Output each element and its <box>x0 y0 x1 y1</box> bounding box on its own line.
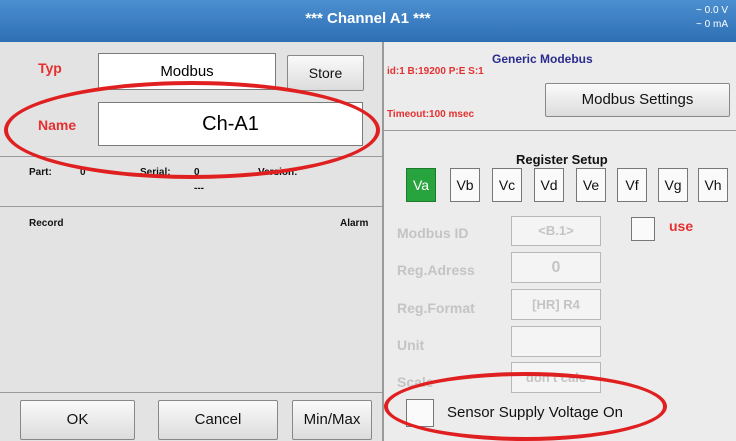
register-setup-title: Register Setup <box>516 152 608 167</box>
store-button[interactable]: Store <box>287 55 364 91</box>
reg-format-label: Reg.Format <box>397 300 475 316</box>
register-tab-vc[interactable]: Vc <box>492 168 522 202</box>
reg-adress-field[interactable]: 0 <box>511 252 601 283</box>
modbus-id-field[interactable]: <B.1> <box>511 216 601 246</box>
serial-sub: --- <box>194 183 204 194</box>
ok-button[interactable]: OK <box>20 400 135 440</box>
title-bar: *** Channel A1 *** ~ 0.0 V ~ 0 mA <box>0 0 736 42</box>
register-tab-vd[interactable]: Vd <box>534 168 564 202</box>
reg-adress-label: Reg.Adress <box>397 262 475 278</box>
divider-line <box>0 206 382 207</box>
use-checkbox[interactable] <box>631 217 655 241</box>
annotation-oval-sensor-supply <box>384 372 667 441</box>
use-label: use <box>669 218 694 234</box>
reg-format-field[interactable]: [HR] R4 <box>511 289 601 320</box>
register-tab-va[interactable]: Va <box>406 168 436 202</box>
unit-field[interactable] <box>511 326 601 357</box>
divider-line <box>384 130 736 131</box>
cancel-button[interactable]: Cancel <box>158 400 278 440</box>
voltage-readout: ~ 0.0 V <box>696 5 728 16</box>
modbus-id-label: Modbus ID <box>397 225 469 241</box>
unit-label: Unit <box>397 337 425 353</box>
modbus-settings-button[interactable]: Modbus Settings <box>545 83 730 117</box>
register-tab-vf[interactable]: Vf <box>617 168 647 202</box>
register-tab-vb[interactable]: Vb <box>450 168 480 202</box>
connection-info: id:1 B:19200 P:E S:1 <box>387 66 484 77</box>
annotation-oval-name <box>4 81 380 179</box>
alarm-label: Alarm <box>340 218 369 229</box>
part-label: Part: <box>29 167 52 178</box>
protocol-header: Generic Modebus <box>492 52 593 66</box>
register-tab-vg[interactable]: Vg <box>658 168 688 202</box>
current-readout: ~ 0 mA <box>696 19 728 30</box>
window-title: *** Channel A1 *** <box>305 10 431 27</box>
typ-label: Typ <box>38 60 62 76</box>
register-tab-vh[interactable]: Vh <box>698 168 728 202</box>
timeout-info: Timeout:100 msec <box>387 109 475 120</box>
minmax-button[interactable]: Min/Max <box>292 400 372 440</box>
record-label: Record <box>29 218 64 229</box>
register-tab-ve[interactable]: Ve <box>576 168 606 202</box>
divider-line <box>0 392 382 393</box>
